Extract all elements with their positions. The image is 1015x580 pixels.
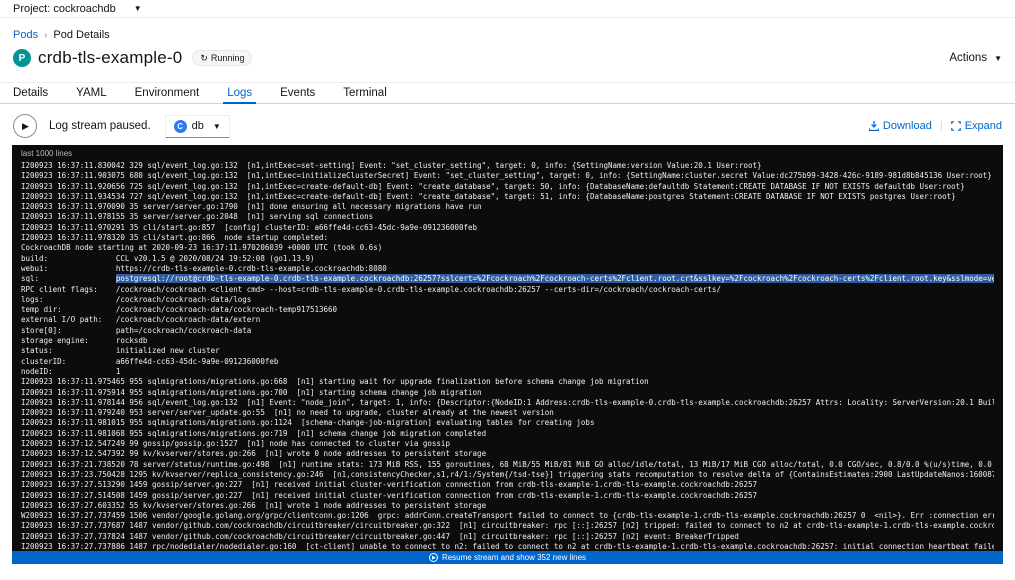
log-line: CockroachDB node starting at 2020-09-23 … [21, 243, 994, 253]
log-line: storage engine: rocksdb [21, 336, 994, 346]
log-line: I200923 16:37:11.981068 955 sqlmigration… [21, 429, 994, 439]
sync-icon: ↻ [200, 53, 208, 64]
log-line: I200923 16:37:11.978155 35 server/server… [21, 212, 994, 222]
log-line: external I/O path: /cockroach/cockroach-… [21, 315, 994, 325]
selected-log-text: postgresql://root@crdb-tls-example-0.crd… [116, 274, 994, 283]
container-selector-value: db [192, 120, 204, 132]
masthead: Project: cockroachdb ▼ [0, 0, 1015, 18]
page-header: P crdb-tls-example-0 ↻ Running Actions ▼ [13, 48, 1002, 68]
tab-details[interactable]: Details [13, 83, 48, 103]
resume-stream-banner[interactable]: ▶ Resume stream and show 352 new lines [12, 551, 1003, 564]
expand-icon [951, 121, 961, 131]
resume-stream-button[interactable]: ▶ [13, 114, 37, 138]
log-line: I200923 16:37:21.738520 78 server/status… [21, 460, 994, 470]
actions-label: Actions [949, 52, 987, 64]
play-circle-icon: ▶ [429, 553, 438, 562]
project-selector-label: Project: cockroachdb [13, 3, 116, 15]
page-title: crdb-tls-example-0 [38, 48, 182, 68]
tab-terminal[interactable]: Terminal [343, 83, 386, 103]
log-line: logs: /cockroach/cockroach-data/logs [21, 295, 994, 305]
expand-button[interactable]: Expand [951, 120, 1002, 132]
log-line: I200923 16:37:12.547392 99 kv/kvserver/s… [21, 449, 994, 459]
log-line: RPC client flags: /cockroach/cockroach <… [21, 285, 994, 295]
log-line: I200923 16:37:27.513290 1459 gossip/serv… [21, 480, 994, 490]
log-scroll-area: last 1000 lines I200923 16:37:11.830042 … [12, 145, 1003, 552]
log-lines: I200923 16:37:11.830042 329 sql/event_lo… [21, 161, 994, 552]
pod-icon: P [13, 49, 31, 67]
log-line: webui: https://crdb-tls-example-0.crdb-t… [21, 264, 994, 274]
toolbar-divider: | [940, 120, 943, 132]
chevron-down-icon: ▼ [213, 122, 221, 131]
log-toolbar-right: Download | Expand [869, 120, 1002, 132]
log-line: I200923 16:37:12.547249 99 gossip/gossip… [21, 439, 994, 449]
log-line: I200923 16:37:11.903075 680 sql/event_lo… [21, 171, 994, 181]
tab-logs[interactable]: Logs [227, 83, 252, 103]
breadcrumb-current: Pod Details [53, 29, 109, 41]
log-line: I200923 16:37:11.920656 725 sql/event_lo… [21, 182, 994, 192]
tab-environment[interactable]: Environment [135, 83, 200, 103]
log-line: I200923 16:37:11.978320 35 cli/start.go:… [21, 233, 994, 243]
log-viewer[interactable]: last 1000 lines I200923 16:37:11.830042 … [12, 145, 1003, 564]
tab-events[interactable]: Events [280, 83, 315, 103]
log-line: I200923 16:37:27.737824 1487 vendor/gith… [21, 532, 994, 542]
stream-status-text: Log stream paused. [49, 120, 151, 132]
log-line: I200923 16:37:27.514508 1459 gossip/serv… [21, 491, 994, 501]
log-line: status: initialized new cluster [21, 346, 994, 356]
log-line: I200923 16:37:11.978144 956 sql/event_lo… [21, 398, 994, 408]
tab-yaml[interactable]: YAML [76, 83, 106, 103]
log-line: sql: postgresql://root@crdb-tls-example-… [21, 274, 994, 284]
log-line: nodeID: 1 [21, 367, 994, 377]
log-line: I200923 16:37:11.979240 953 server/serve… [21, 408, 994, 418]
status-badge: ↻ Running [192, 50, 252, 66]
log-line: I200923 16:37:11.975465 955 sqlmigration… [21, 377, 994, 387]
chevron-down-icon: ▼ [994, 54, 1002, 63]
log-line: temp dir: /cockroach/cockroach-data/cock… [21, 305, 994, 315]
download-icon [869, 121, 879, 131]
log-line: I200923 16:37:23.750428 1295 kv/kvserver… [21, 470, 994, 480]
download-label: Download [883, 120, 932, 132]
log-toolbar: ▶ Log stream paused. C db ▼ Download | E… [13, 113, 1002, 139]
download-button[interactable]: Download [869, 120, 932, 132]
tab-bar: Details YAML Environment Logs Events Ter… [0, 82, 1015, 104]
expand-label: Expand [965, 120, 1002, 132]
container-icon: C [174, 120, 187, 133]
log-line: I200923 16:37:11.830042 329 sql/event_lo… [21, 161, 994, 171]
breadcrumb-separator: › [44, 30, 47, 41]
log-line: W200923 16:37:27.737459 1506 vendor/goog… [21, 511, 994, 521]
breadcrumb-pods-link[interactable]: Pods [13, 29, 38, 41]
log-line: store[0]: path=/cockroach/cockroach-data [21, 326, 994, 336]
status-badge-label: Running [211, 53, 245, 63]
log-line: I200923 16:37:27.737687 1487 vendor/gith… [21, 521, 994, 531]
log-line: clusterID: a66ffe4d-cc63-45dc-9a9e-09123… [21, 357, 994, 367]
log-line: I200923 16:37:11.934534 727 sql/event_lo… [21, 192, 994, 202]
play-icon: ▶ [22, 121, 29, 132]
actions-dropdown[interactable]: Actions ▼ [949, 52, 1002, 64]
log-line: I200923 16:37:11.975914 955 sqlmigration… [21, 388, 994, 398]
log-line: I200923 16:37:27.603352 55 kv/kvserver/s… [21, 501, 994, 511]
breadcrumb: Pods › Pod Details [13, 29, 1015, 41]
log-line: I200923 16:37:11.970090 35 server/server… [21, 202, 994, 212]
resume-stream-banner-label: Resume stream and show 352 new lines [442, 553, 586, 562]
container-selector[interactable]: C db ▼ [165, 115, 230, 138]
log-line: I200923 16:37:11.970291 35 cli/start.go:… [21, 223, 994, 233]
log-lines-count-header: last 1000 lines [21, 149, 994, 161]
log-line: build: CCL v20.1.5 @ 2020/08/24 19:52:08… [21, 254, 994, 264]
log-line: I200923 16:37:11.981015 955 sqlmigration… [21, 418, 994, 428]
chevron-down-icon: ▼ [134, 4, 142, 13]
project-selector[interactable]: Project: cockroachdb ▼ [13, 3, 142, 15]
